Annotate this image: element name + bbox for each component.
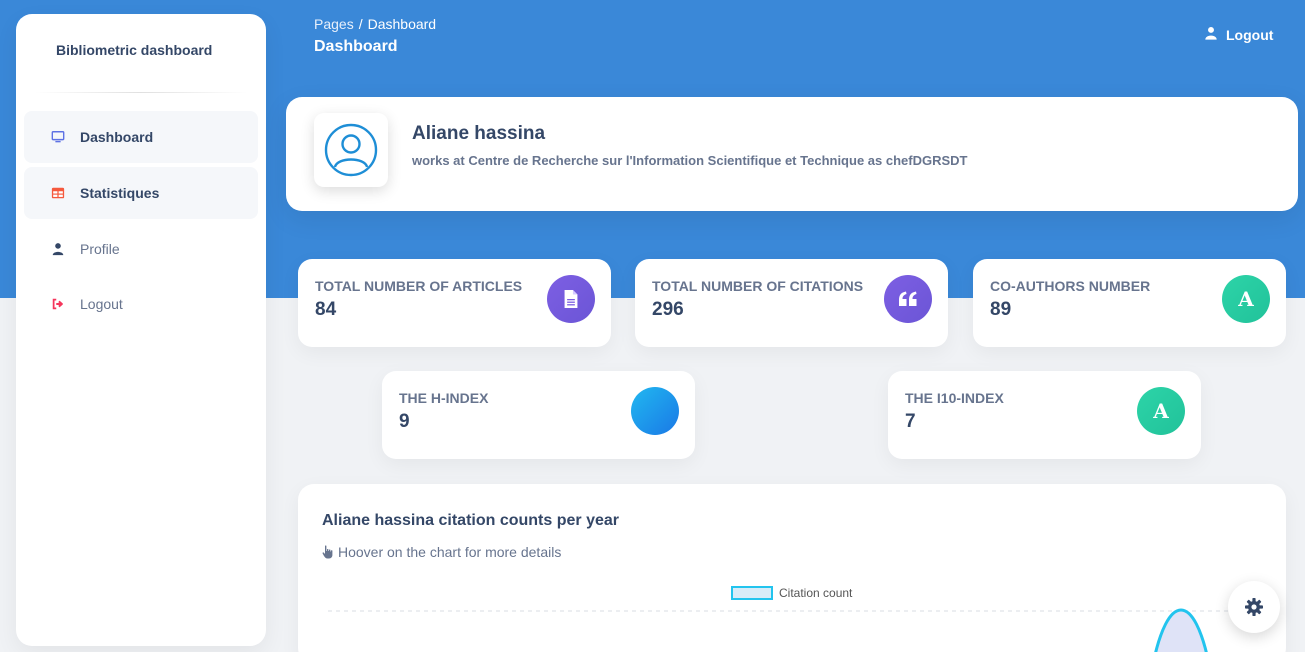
avatar bbox=[314, 113, 388, 187]
stat-value: 84 bbox=[315, 299, 337, 320]
stat-card-citations: TOTAL NUMBER OF CITATIONS 296 bbox=[635, 259, 948, 347]
stat-card-articles: TOTAL NUMBER OF ARTICLES 84 bbox=[298, 259, 611, 347]
letter-a-icon: A bbox=[1137, 387, 1185, 435]
sidebar-item-logout[interactable]: Logout bbox=[24, 278, 258, 330]
stat-value: 7 bbox=[905, 411, 916, 432]
sidebar-item-profile[interactable]: Profile bbox=[24, 223, 258, 275]
user-icon bbox=[48, 239, 68, 259]
logout-button[interactable]: Logout bbox=[1204, 26, 1273, 43]
sidebar: Bibliometric dashboard Dashboard Statist… bbox=[16, 14, 266, 646]
sidebar-item-label: Dashboard bbox=[80, 129, 154, 145]
stat-card-coauthors: CO-AUTHORS NUMBER 89 A bbox=[973, 259, 1286, 347]
user-circle-icon bbox=[324, 123, 378, 177]
brand-title[interactable]: Bibliometric dashboard bbox=[56, 42, 212, 58]
stat-label: THE I10-INDEX bbox=[905, 390, 1004, 406]
stat-label: THE H-INDEX bbox=[399, 390, 489, 406]
profile-card: Aliane hassina works at Centre de Recher… bbox=[286, 97, 1298, 211]
circle-icon bbox=[631, 387, 679, 435]
sidebar-item-statistiques[interactable]: Statistiques bbox=[24, 167, 258, 219]
page-title: Dashboard bbox=[314, 38, 398, 55]
stat-value: 9 bbox=[399, 411, 410, 432]
breadcrumb: Pages / Dashboard bbox=[314, 16, 436, 32]
profile-subtitle: works at Centre de Recherche sur l'Infor… bbox=[412, 153, 968, 168]
user-icon bbox=[1204, 26, 1226, 43]
quote-icon bbox=[884, 275, 932, 323]
stat-value: 296 bbox=[652, 299, 684, 320]
stat-label: CO-AUTHORS NUMBER bbox=[990, 278, 1151, 294]
sidebar-item-label: Logout bbox=[80, 296, 123, 312]
document-icon bbox=[547, 275, 595, 323]
settings-button[interactable] bbox=[1228, 581, 1280, 633]
breadcrumb-separator: / bbox=[358, 16, 363, 32]
stat-label: TOTAL NUMBER OF CITATIONS bbox=[652, 278, 864, 294]
chart-card: Aliane hassina citation counts per year … bbox=[298, 484, 1286, 652]
stat-card-i10-index: THE I10-INDEX 7 A bbox=[888, 371, 1201, 459]
sidebar-divider bbox=[34, 92, 248, 93]
sidebar-item-dashboard[interactable]: Dashboard bbox=[24, 111, 258, 163]
breadcrumb-current: Dashboard bbox=[367, 16, 437, 32]
stat-card-h-index: THE H-INDEX 9 bbox=[382, 371, 695, 459]
sign-out-icon bbox=[48, 294, 68, 314]
profile-name: Aliane hassina bbox=[412, 123, 546, 144]
monitor-icon bbox=[48, 127, 68, 147]
logout-label: Logout bbox=[1226, 26, 1274, 43]
table-icon bbox=[48, 183, 68, 203]
stat-label: TOTAL NUMBER OF ARTICLES bbox=[315, 278, 523, 294]
stat-value: 89 bbox=[990, 299, 1012, 320]
sidebar-item-label: Profile bbox=[80, 241, 120, 257]
citation-chart-plot[interactable] bbox=[298, 484, 1286, 652]
letter-a-icon: A bbox=[1222, 275, 1270, 323]
breadcrumb-root[interactable]: Pages bbox=[314, 16, 354, 32]
gear-icon bbox=[1245, 598, 1263, 616]
sidebar-item-label: Statistiques bbox=[80, 185, 160, 201]
